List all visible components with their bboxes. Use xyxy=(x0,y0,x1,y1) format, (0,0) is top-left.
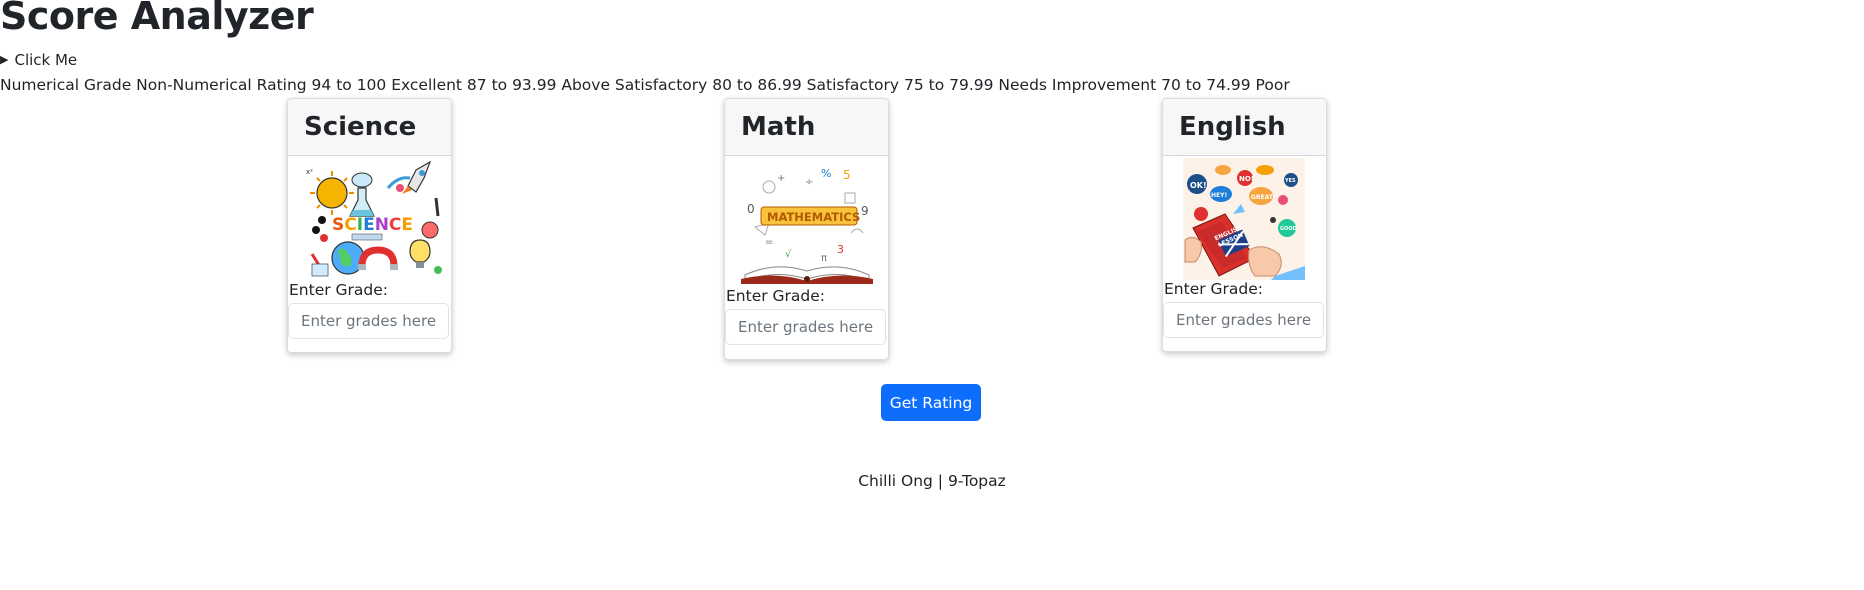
svg-text:0: 0 xyxy=(747,202,755,216)
english-lesson-book-icon: OK! NO! HEY! YES GREAT GOOD ENGLISH LESS… xyxy=(1183,158,1305,280)
click-me-label: Click Me xyxy=(14,51,78,69)
svg-text:GREAT: GREAT xyxy=(1251,194,1274,201)
english-card-title: English xyxy=(1163,99,1326,156)
svg-text:5: 5 xyxy=(843,168,851,182)
svg-text:NO!: NO! xyxy=(1239,175,1254,183)
svg-text:÷: ÷ xyxy=(805,177,813,188)
svg-text:9: 9 xyxy=(861,204,869,218)
english-grade-input[interactable] xyxy=(1163,302,1324,338)
grading-scale-text: Numerical Grade Non-Numerical Rating 94 … xyxy=(0,76,1290,94)
score-analyzer-page: Score Analyzer ▶ Click Me Numerical Grad… xyxy=(0,0,1864,590)
click-me-disclosure[interactable]: ▶ Click Me xyxy=(0,50,77,70)
svg-text:MATHEMATICS: MATHEMATICS xyxy=(767,210,860,224)
svg-text:√: √ xyxy=(785,249,792,260)
svg-text:SCIENCE: SCIENCE xyxy=(332,215,413,235)
science-card: Science SCIENCE x² Enter Grade: Enter gr… xyxy=(287,98,452,353)
math-grade-label: Enter Grade: xyxy=(726,287,826,305)
svg-text:HEY!: HEY! xyxy=(1211,192,1227,199)
footer-credit: Chilli Ong | 9-Topaz xyxy=(858,472,1006,490)
svg-text:3: 3 xyxy=(837,243,844,256)
svg-text:+: + xyxy=(777,173,785,184)
science-doodle-icon: SCIENCE x² xyxy=(306,160,442,277)
mathematics-book-icon: 0 5 9 % + ÷ 3 = √ π MATHEMATICS xyxy=(741,167,873,284)
disclosure-triangle-icon: ▶ xyxy=(0,53,9,66)
svg-text:=: = xyxy=(765,237,773,248)
science-grade-label: Enter Grade: xyxy=(289,281,389,299)
svg-text:x²: x² xyxy=(306,168,313,176)
svg-text:GOOD: GOOD xyxy=(1280,226,1297,232)
get-rating-button[interactable]: Get Rating xyxy=(881,384,981,421)
math-grade-input[interactable] xyxy=(725,309,886,345)
science-card-title: Science xyxy=(288,99,451,156)
english-grade-label: Enter Grade: xyxy=(1164,280,1264,298)
science-grade-input[interactable] xyxy=(288,303,449,339)
svg-text:%: % xyxy=(821,167,831,180)
page-title: Score Analyzer xyxy=(0,0,314,38)
english-card: English OK! NO! HEY! YES GREAT GOOD ENGL… xyxy=(1162,98,1327,352)
math-card-title: Math xyxy=(725,99,888,156)
svg-text:YES: YES xyxy=(1284,178,1296,184)
math-card: Math 0 5 9 % + ÷ 3 = √ π MATHEMATICS Ent… xyxy=(724,98,889,360)
svg-text:OK!: OK! xyxy=(1190,181,1207,190)
svg-text:π: π xyxy=(821,253,827,264)
